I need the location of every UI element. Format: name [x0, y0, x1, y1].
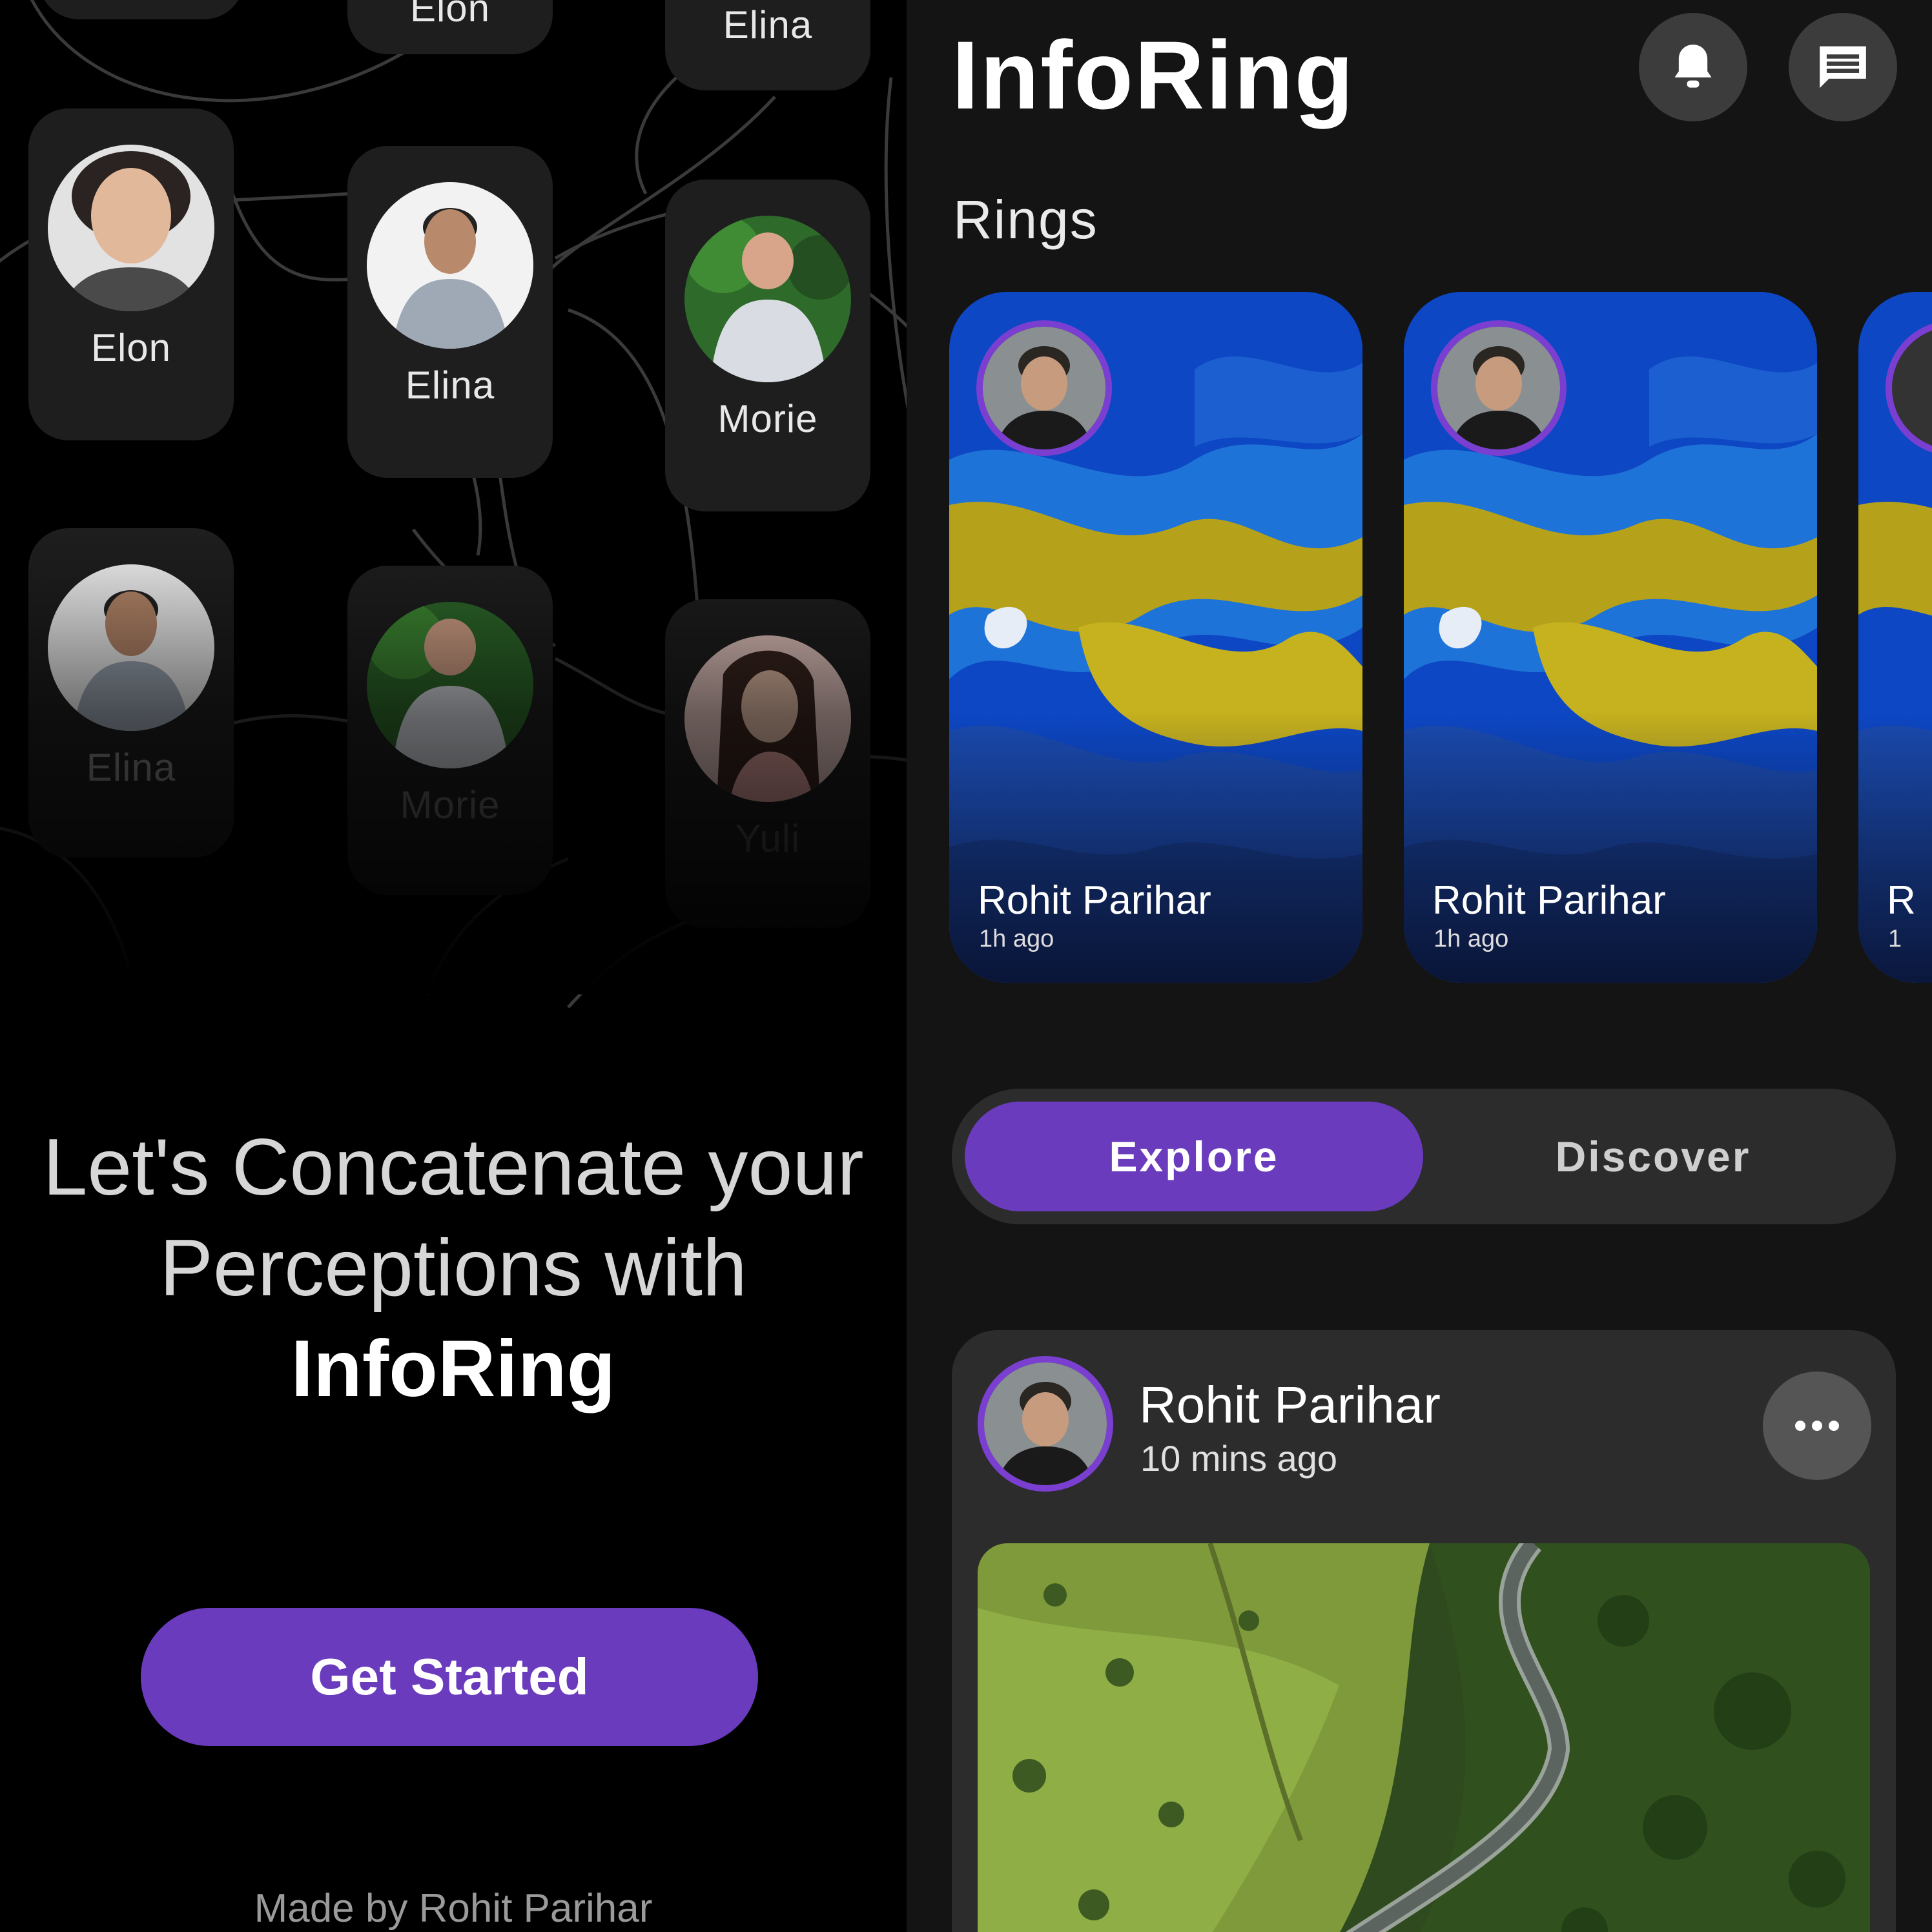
avatar	[684, 635, 851, 802]
chat-icon	[1820, 46, 1866, 88]
person-card[interactable]: Yuli	[665, 599, 870, 929]
post-avatar[interactable]	[978, 1356, 1113, 1492]
person-card[interactable]: Elina	[665, 0, 870, 90]
avatar	[48, 564, 214, 731]
ring-author: R	[1887, 878, 1916, 923]
person-card[interactable]: Elina	[28, 528, 234, 858]
person-name: Elina	[723, 3, 813, 46]
tagline-brand: InfoRing	[291, 1324, 616, 1413]
person-card[interactable]: Morie	[665, 180, 870, 511]
tab-discover[interactable]: Discover	[1423, 1102, 1883, 1211]
feed-tabs: Explore Discover	[952, 1089, 1896, 1224]
person-name: Elina	[405, 364, 495, 407]
ring-avatar	[976, 320, 1112, 456]
post-image[interactable]	[978, 1543, 1870, 1932]
person-name: Morie	[717, 397, 818, 440]
person-card[interactable]: Elon	[347, 0, 553, 54]
ring-card[interactable]: Rohit Parihar 1h ago	[949, 292, 1362, 983]
tab-explore[interactable]: Explore	[965, 1102, 1423, 1211]
messages-button[interactable]	[1789, 13, 1897, 121]
post-card: Rohit Parihar 10 mins ago	[952, 1330, 1896, 1932]
avatar	[684, 216, 851, 382]
notifications-button[interactable]	[1639, 13, 1747, 121]
post-options-button[interactable]	[1763, 1372, 1871, 1480]
tagline-line-2: Perceptions with	[159, 1224, 747, 1313]
credit-text: Made by Rohit Parihar	[254, 1886, 653, 1931]
ring-author: Rohit Parihar	[978, 878, 1211, 923]
ring-card[interactable]: R 1	[1858, 292, 1932, 983]
person-name: Elina	[86, 746, 176, 789]
ring-avatar	[1431, 320, 1567, 456]
avatar	[48, 145, 214, 311]
bell-icon	[1674, 45, 1712, 88]
person-name: Elon	[90, 326, 172, 369]
onboarding-panel: Elon Elina Elon Elina Morie Elina Morie	[0, 0, 907, 1932]
get-started-button[interactable]: Get Started	[141, 1608, 758, 1746]
app-title: InfoRing	[952, 21, 1355, 129]
person-card[interactable]	[39, 0, 244, 19]
ring-time: 1	[1888, 925, 1902, 952]
tagline-line-1: Let's Concatenate your	[43, 1123, 864, 1212]
person-name: Elon	[409, 0, 491, 30]
tagline: Let's Concatenate your Perceptions with …	[0, 1117, 907, 1419]
person-card[interactable]: Elina	[347, 146, 553, 478]
ring-card[interactable]: Rohit Parihar 1h ago	[1404, 292, 1817, 983]
rings-section-label: Rings	[953, 189, 1098, 250]
person-card[interactable]: Morie	[347, 566, 553, 895]
person-name: Yuli	[735, 817, 801, 860]
more-horizontal-icon	[1795, 1421, 1839, 1431]
ring-time: 1h ago	[979, 925, 1054, 952]
post-author[interactable]: Rohit Parihar	[1139, 1375, 1441, 1435]
ring-author: Rohit Parihar	[1432, 878, 1666, 923]
post-time: 10 mins ago	[1140, 1438, 1338, 1479]
ring-time: 1h ago	[1434, 925, 1509, 952]
avatar	[367, 182, 533, 349]
avatar	[367, 602, 533, 768]
feed-panel: InfoRing Rings Rohit Parihar 1h ago Rohi…	[907, 0, 1932, 1932]
person-card[interactable]: Elon	[28, 108, 234, 440]
person-name: Morie	[400, 783, 500, 827]
